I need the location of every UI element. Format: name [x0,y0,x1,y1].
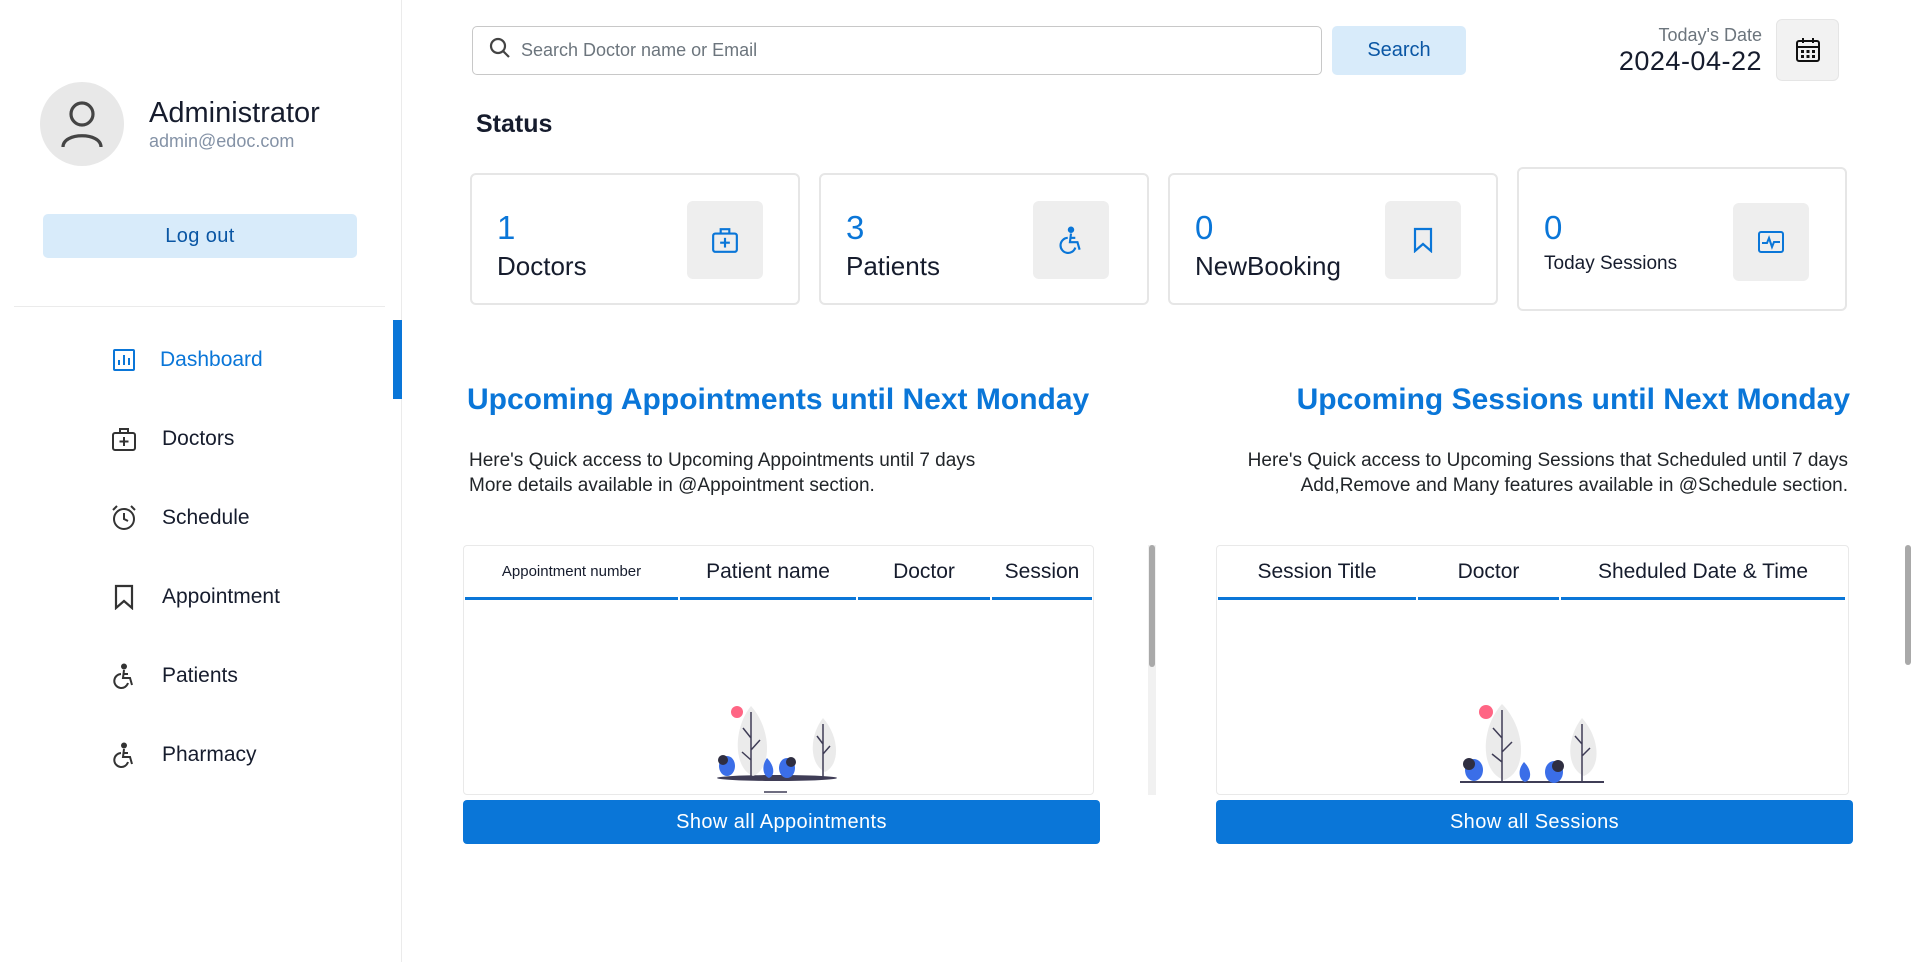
sidebar: Administrator admin@edoc.com Log out Das… [0,0,402,962]
card-label: NewBooking [1195,251,1341,281]
sidebar-item-pharmacy[interactable]: Pharmacy [0,715,402,794]
sidebar-item-label: Patients [162,663,238,687]
card-count: 3 [846,209,865,246]
medical-bag-icon [687,201,763,279]
user-email: admin@edoc.com [149,131,295,151]
sessions-description: Here's Quick access to Upcoming Sessions… [1248,448,1848,498]
table-header: Session Title Doctor Sheduled Date & Tim… [1217,546,1848,600]
card-count: 1 [497,209,516,246]
card-label: Patients [846,251,940,281]
status-card-patients: 3 Patients [819,173,1149,305]
column-header[interactable]: Patient name [680,546,856,600]
appointments-description: Here's Quick access to Upcoming Appointm… [469,448,975,498]
status-card-doctors: 1 Doctors [470,173,800,305]
card-count: 0 [1544,209,1563,246]
sidebar-item-schedule[interactable]: Schedule [0,478,402,557]
empty-state-illustration [1452,698,1612,794]
description-line: Here's Quick access to Upcoming Appointm… [469,450,976,471]
sidebar-item-label: Pharmacy [162,742,257,766]
column-header[interactable]: Session [992,546,1092,600]
column-header[interactable]: Doctor [1418,546,1559,600]
active-indicator [393,320,402,399]
sidebar-item-label: Appointment [162,584,280,608]
card-label: Today Sessions [1544,253,1678,274]
sidebar-divider [14,306,385,307]
show-all-sessions-button[interactable]: Show all Sessions [1216,800,1853,844]
column-header[interactable]: Sheduled Date & Time [1561,546,1845,600]
status-heading: Status [476,110,553,138]
description-line: More details available in @Appointment s… [469,475,875,496]
search-button[interactable]: Search [1332,26,1466,75]
column-header[interactable]: Doctor [858,546,990,600]
sidebar-item-patients[interactable]: Patients [0,636,402,715]
table-header: Appointment number Patient name Doctor S… [464,546,1093,600]
pulse-monitor-icon [1733,203,1809,281]
bookmark-icon [111,584,137,610]
date-label: Today's Date [1658,25,1763,45]
user-icon [61,101,103,148]
appointments-title: Upcoming Appointments until Next Monday [467,383,1090,416]
today-date: Today's Date 2024-04-22 [1619,24,1762,76]
status-card-today-sessions: 0 Today Sessions [1517,167,1847,311]
app-frame: Administrator admin@edoc.com Log out Das… [0,0,1919,962]
date-value: 2024-04-22 [1618,46,1762,76]
show-all-appointments-button[interactable]: Show all Appointments [463,800,1100,844]
card-count: 0 [1195,209,1214,246]
search-input[interactable] [521,40,1281,61]
sessions-table: Session Title Doctor Sheduled Date & Tim… [1216,545,1849,795]
wheelchair-icon [1033,201,1109,279]
medical-bag-icon [111,426,137,452]
empty-state-illustration [709,698,849,794]
calendar-button[interactable] [1776,19,1839,81]
column-header[interactable]: Session Title [1218,546,1416,600]
scrollbar-thumb[interactable] [1149,545,1155,667]
sidebar-item-label: Doctors [162,426,235,450]
wheelchair-icon [111,742,137,768]
user-name: Administrator [149,97,320,129]
calendar-icon [1795,38,1820,62]
alarm-clock-icon [111,504,137,531]
status-card-newbooking: 0 NewBooking [1168,173,1498,305]
sidebar-item-dashboard[interactable]: Dashboard [0,320,402,399]
search-icon [489,37,511,64]
logout-button[interactable]: Log out [43,214,357,258]
user-profile: Administrator admin@edoc.com [40,82,320,166]
avatar [40,82,124,166]
sidebar-item-appointment[interactable]: Appointment [0,557,402,636]
sidebar-item-doctors[interactable]: Doctors [0,399,402,478]
sidebar-item-label: Schedule [162,505,250,529]
page-scrollbar-thumb[interactable] [1905,545,1911,665]
description-line: Add,Remove and Many features available i… [1300,475,1848,496]
sidebar-item-label: Dashboard [160,347,263,371]
description-line: Here's Quick access to Upcoming Sessions… [1247,450,1848,471]
bookmark-icon [1385,201,1461,279]
search-box [472,26,1322,75]
appointments-scrollbar[interactable] [1148,545,1156,795]
column-header[interactable]: Appointment number [465,546,678,600]
wheelchair-icon [111,663,137,689]
sessions-title: Upcoming Sessions until Next Monday [1296,383,1850,416]
card-label: Doctors [497,251,587,281]
appointments-table: Appointment number Patient name Doctor S… [463,545,1094,795]
sidebar-menu: Dashboard Doctors Schedule Appointment P… [0,320,402,794]
dashboard-icon [111,347,137,373]
